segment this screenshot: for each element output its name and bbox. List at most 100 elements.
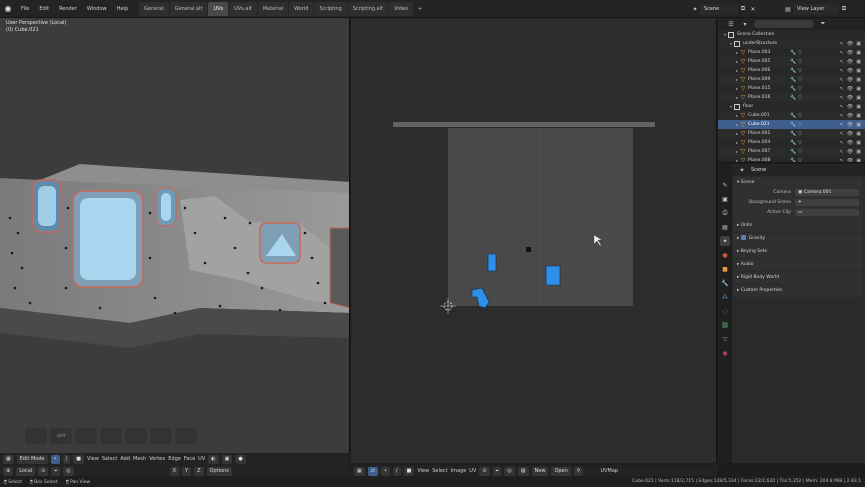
- filter-icon[interactable]: ⏷: [818, 19, 828, 29]
- keying-sets-panel[interactable]: ▸ Keying Sets: [733, 246, 863, 258]
- solid-shading-icon[interactable]: ●: [235, 454, 246, 464]
- eye-icon[interactable]: 👁: [847, 113, 853, 119]
- camera-icon[interactable]: ▣: [856, 50, 861, 56]
- eye-icon[interactable]: 👁: [847, 131, 853, 137]
- uv-pivot-icon[interactable]: ⊙: [479, 466, 490, 476]
- properties-editor[interactable]: ✎ ▣ ⎙ ▤ ✦ ● ■ 🔧 ⁂ ◌ ⛓ ▽ ◉ ✦ Scene ▾ Scen…: [718, 164, 865, 463]
- snap-icon[interactable]: ⌖: [51, 466, 61, 476]
- menu-render[interactable]: Render: [54, 0, 82, 18]
- menu-vertex[interactable]: Vertex: [149, 456, 165, 462]
- camera-icon[interactable]: ▣: [856, 104, 861, 110]
- new-image-button[interactable]: New: [531, 466, 549, 476]
- tab-scripting[interactable]: Scripting: [314, 1, 347, 16]
- ghost-button[interactable]: [125, 428, 147, 444]
- camera-icon[interactable]: ▣: [856, 68, 861, 74]
- overlay-icon[interactable]: ◐: [208, 454, 219, 464]
- camera-icon[interactable]: ▣: [856, 77, 861, 83]
- view-layer-selector[interactable]: ▤ View Layer ⧉: [783, 3, 849, 15]
- select-arrow-icon[interactable]: ↖: [840, 113, 844, 119]
- custom-properties-panel[interactable]: ▸ Custom Properties: [733, 285, 863, 297]
- ghost-button[interactable]: [75, 428, 97, 444]
- tab-material[interactable]: Material: [257, 1, 289, 16]
- editor-type-icon[interactable]: ▦: [3, 454, 14, 464]
- world-tab-icon[interactable]: ●: [720, 250, 730, 260]
- proportional-edit-icon[interactable]: ◎: [63, 466, 74, 476]
- menu-file[interactable]: File: [16, 0, 34, 18]
- uv-editor-type-icon[interactable]: ▦: [354, 466, 365, 476]
- options-dropdown[interactable]: Options: [206, 466, 232, 476]
- data-tab-icon[interactable]: ▽: [720, 334, 730, 344]
- pin-icon[interactable]: ⚲: [573, 466, 584, 476]
- scene-panel-title[interactable]: ▾ Scene: [737, 179, 859, 187]
- camera-icon[interactable]: ▣: [856, 95, 861, 101]
- gravity-panel[interactable]: ▸ Gravity: [733, 233, 863, 245]
- eye-icon[interactable]: 👁: [847, 104, 853, 110]
- physics-tab-icon[interactable]: ◌: [720, 306, 730, 316]
- outliner-type-icon[interactable]: ☰: [726, 19, 736, 29]
- material-tab-icon[interactable]: ◉: [720, 348, 730, 358]
- eye-icon[interactable]: 👁: [847, 122, 853, 128]
- outliner-row[interactable]: ▸ ▽ Plane.007 🔧 ▽ ↖ 👁 ▣: [718, 147, 865, 156]
- camera-icon[interactable]: ▣: [856, 149, 861, 155]
- outliner-row[interactable]: ▾ floor ↖ 👁 ▣: [718, 102, 865, 111]
- add-workspace-button[interactable]: +: [414, 6, 426, 12]
- menu-mesh[interactable]: Mesh: [133, 456, 146, 462]
- eye-icon[interactable]: 👁: [847, 41, 853, 47]
- uv-sync-icon[interactable]: ⇄: [367, 466, 378, 476]
- open-image-button[interactable]: Open: [551, 466, 571, 476]
- outliner-row[interactable]: ▸ ▽ Plane.015 🔧 ▽ ↖ 👁 ▣: [718, 84, 865, 93]
- ghost-button[interactable]: [25, 428, 47, 444]
- gravity-checkbox[interactable]: [740, 235, 746, 240]
- uv-menu-view[interactable]: View: [417, 468, 429, 474]
- eye-icon[interactable]: 👁: [847, 158, 853, 163]
- select-arrow-icon[interactable]: ↖: [840, 158, 844, 163]
- scene-field[interactable]: Scene: [700, 3, 738, 15]
- camera-icon[interactable]: ▣: [856, 140, 861, 146]
- select-arrow-icon[interactable]: ↖: [840, 131, 844, 137]
- edge-select-icon[interactable]: /: [62, 454, 71, 464]
- camera-icon[interactable]: ▣: [856, 158, 861, 163]
- ghost-button[interactable]: [100, 428, 122, 444]
- view-layer-field[interactable]: View Layer: [793, 3, 839, 15]
- blender-logo-icon[interactable]: ◉: [0, 1, 16, 17]
- mirror-y-icon[interactable]: Y: [182, 466, 192, 476]
- particles-tab-icon[interactable]: ⁂: [720, 292, 730, 302]
- active-clip-field[interactable]: ▭: [795, 208, 859, 216]
- menu-window[interactable]: Window: [82, 0, 112, 18]
- uv-proportional-icon[interactable]: ◎: [504, 466, 515, 476]
- scene-selector[interactable]: ✦ Scene ⧉ ✕: [690, 3, 758, 15]
- camera-icon[interactable]: ▣: [856, 113, 861, 119]
- outliner-row[interactable]: ▸ ▽ Cube.021 🔧 ▽ ↖ 👁 ▣: [718, 120, 865, 129]
- render-tab-icon[interactable]: ▣: [720, 194, 730, 204]
- outliner-search-input[interactable]: [754, 20, 814, 28]
- xray-icon[interactable]: ▣: [221, 454, 233, 464]
- outliner-row[interactable]: ▸ ▽ Plane.003 🔧 ▽ ↖ 👁 ▣: [718, 48, 865, 57]
- ghost-button-shift[interactable]: shift: [50, 428, 72, 444]
- transform-pivot-icon[interactable]: ⊕: [3, 466, 14, 476]
- menu-view[interactable]: View: [87, 456, 99, 462]
- camera-icon[interactable]: ▣: [856, 122, 861, 128]
- rigid-body-world-panel[interactable]: ▸ Rigid Body World: [733, 272, 863, 284]
- close-scene-icon[interactable]: ✕: [748, 4, 758, 14]
- vertex-select-icon[interactable]: •: [50, 454, 60, 464]
- mode-dropdown[interactable]: Edit Mode: [16, 454, 48, 464]
- eye-icon[interactable]: 👁: [847, 50, 853, 56]
- eye-icon[interactable]: 👁: [847, 140, 853, 146]
- uv-snap-icon[interactable]: ⌖: [492, 466, 502, 476]
- display-mode-icon[interactable]: ▾: [740, 19, 750, 29]
- tab-general-alt[interactable]: General.alt: [169, 1, 208, 16]
- scene-tab-icon[interactable]: ✦: [720, 236, 730, 246]
- outliner[interactable]: ☰ ▾ ⏷ ▾ Scene Collection ▾ underStructure ↖ 👁…: [718, 18, 865, 163]
- face-select-icon[interactable]: ■: [73, 454, 85, 464]
- select-arrow-icon[interactable]: ↖: [840, 77, 844, 83]
- mirror-x-icon[interactable]: X: [169, 466, 180, 476]
- uv-editor[interactable]: [351, 18, 717, 463]
- outliner-row[interactable]: ▸ ▽ Cube.001 🔧 ▽ ↖ 👁 ▣: [718, 111, 865, 120]
- orientation-dropdown[interactable]: Local: [16, 466, 36, 476]
- select-arrow-icon[interactable]: ↖: [840, 149, 844, 155]
- view-layer-tab-icon[interactable]: ▤: [720, 222, 730, 232]
- object-tab-icon[interactable]: ■: [720, 264, 730, 274]
- tab-uvs-alt[interactable]: UVs.alt: [229, 1, 257, 16]
- 3d-viewport[interactable]: User Perspective (Local) (0) Cube.021 sh…: [0, 18, 350, 463]
- select-arrow-icon[interactable]: ↖: [840, 41, 844, 47]
